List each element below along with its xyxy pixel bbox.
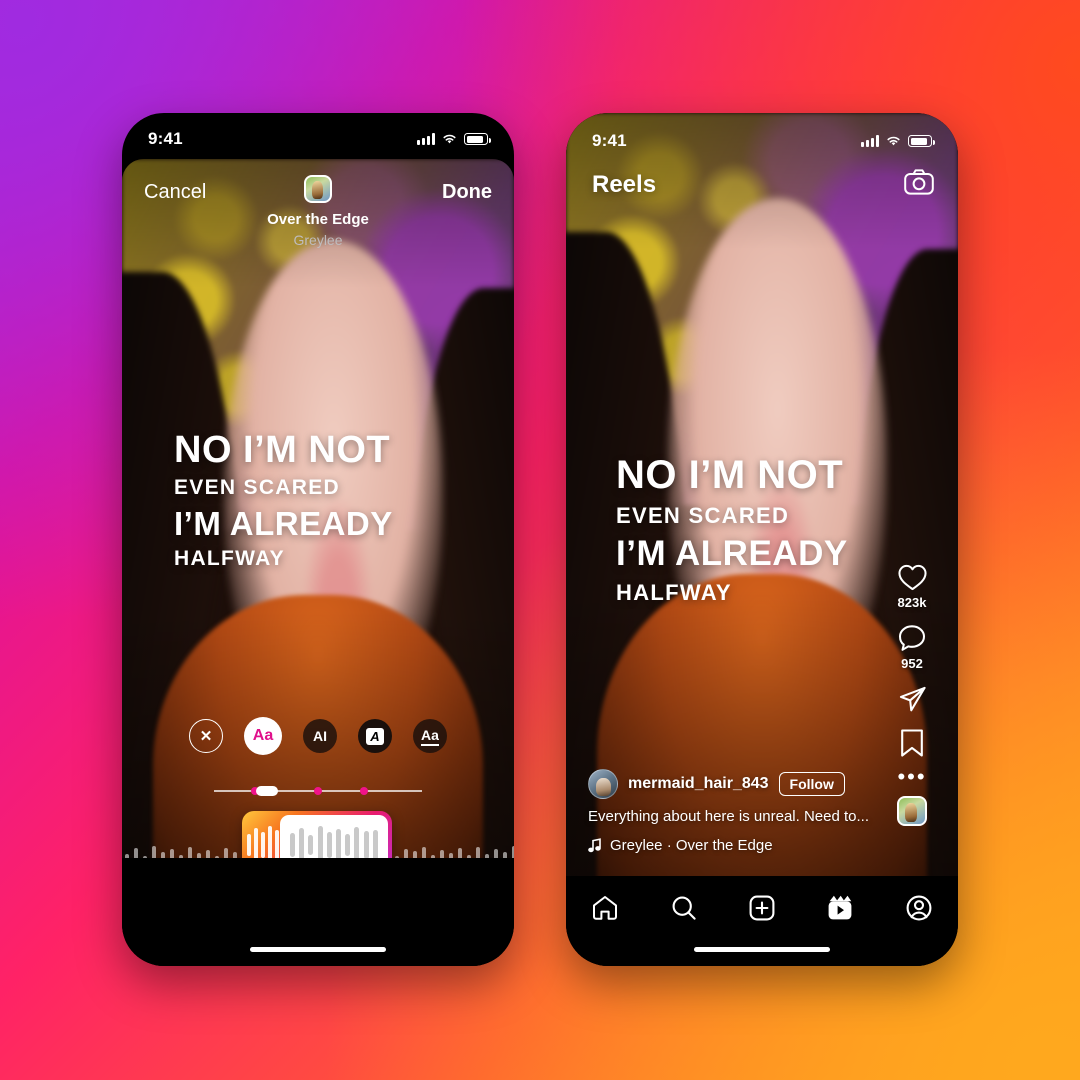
home-indicator <box>694 947 830 952</box>
status-bar-right: 9:41 <box>566 121 958 161</box>
user-avatar[interactable] <box>588 769 618 799</box>
lyric-line-3: I’M ALREADY <box>616 533 848 573</box>
music-attribution[interactable]: Greylee · Over the Edge <box>588 837 872 854</box>
battery-icon <box>464 133 491 145</box>
style-typewriter[interactable]: AI <box>303 719 337 753</box>
cancel-button[interactable]: Cancel <box>144 181 206 204</box>
camera-icon[interactable] <box>904 169 934 195</box>
close-style-icon[interactable]: ✕ <box>189 719 223 753</box>
battery-icon <box>908 135 935 147</box>
search-icon <box>672 896 696 920</box>
waveform-bar <box>260 832 265 858</box>
editor-header: Cancel Done Over the Edge Greylee <box>122 159 514 271</box>
music-editor-sheet: Cancel Done Over the Edge Greylee NO I’M… <box>122 159 514 966</box>
nav-profile[interactable] <box>905 894 933 922</box>
phone-right-reels: 9:41 Reels NO I’M NOT EVEN SCARED I’M AL… <box>566 113 958 966</box>
nav-search[interactable] <box>670 894 698 922</box>
action-rail: 823k 952 ••• <box>884 563 940 826</box>
wifi-icon <box>886 135 901 147</box>
reels-clapper-icon <box>828 895 852 920</box>
waveform-bar <box>372 830 378 860</box>
style-boxed-a[interactable]: A <box>358 719 392 753</box>
plus-square-icon <box>749 895 775 921</box>
waveform-bar <box>326 832 332 858</box>
waveform-bar <box>336 829 342 861</box>
status-time: 9:41 <box>148 129 183 148</box>
style-chip-label: Aa <box>421 727 439 746</box>
status-time: 9:41 <box>592 131 627 150</box>
comment-count: 952 <box>901 656 923 671</box>
waveform-bar <box>345 834 351 856</box>
comment-button[interactable]: 952 <box>897 624 927 671</box>
timeline-dot[interactable] <box>313 787 322 795</box>
wifi-icon <box>442 133 457 145</box>
nav-reels[interactable] <box>826 894 854 922</box>
album-art-thumbnail[interactable] <box>897 796 927 826</box>
nav-home[interactable] <box>591 894 619 922</box>
music-text: Greylee · Over the Edge <box>610 837 773 854</box>
save-button[interactable] <box>899 728 925 758</box>
bottom-nav-bar <box>566 876 958 966</box>
style-chip-label: Aa <box>252 727 274 744</box>
phone-left-editor: 9:41 Cancel Done Over the Edge Greylee N <box>122 113 514 966</box>
track-title: Over the Edge <box>267 211 369 228</box>
nav-create[interactable] <box>748 894 776 922</box>
caption-text[interactable]: Everything about here is unreal. Need to… <box>588 808 872 825</box>
waveform-bar <box>247 834 252 856</box>
caption-block: mermaid_hair_843 Follow Everything about… <box>588 769 872 854</box>
timeline-dot[interactable] <box>359 787 368 795</box>
lyrics-overlay-left[interactable]: NO I’M NOT EVEN SCARED I’M ALREADY HALFW… <box>174 431 393 571</box>
style-aa-pink[interactable]: Aa <box>244 717 282 755</box>
follow-button[interactable]: Follow <box>778 772 845 796</box>
waveform-bar <box>308 835 314 855</box>
status-bar-left: 9:41 <box>122 119 514 159</box>
like-count: 823k <box>897 595 927 610</box>
waveform-bar <box>254 828 259 862</box>
waveform-bar <box>290 833 296 857</box>
album-art-thumbnail[interactable] <box>304 175 332 203</box>
like-button[interactable]: 823k <box>897 563 928 610</box>
page-title: Reels <box>592 171 657 198</box>
style-underline-aa[interactable]: Aa <box>413 719 447 753</box>
username[interactable]: mermaid_hair_843 <box>628 775 769 793</box>
lyric-line-2: EVEN SCARED <box>174 475 340 499</box>
waveform-bar <box>274 830 279 860</box>
style-chip-label: A <box>366 727 384 745</box>
home-icon <box>593 896 618 920</box>
lyrics-overlay-right: NO I’M NOT EVEN SCARED I’M ALREADY HALFW… <box>616 455 848 604</box>
track-artist: Greylee <box>293 232 343 248</box>
heart-icon <box>897 564 927 591</box>
lyric-line-3: I’M ALREADY <box>174 504 393 542</box>
cellular-bars-icon <box>417 133 435 145</box>
lyric-line-4: HALFWAY <box>616 579 732 605</box>
lyric-line-2: EVEN SCARED <box>616 502 790 528</box>
bookmark-icon <box>901 729 923 757</box>
waveform-bar <box>299 828 305 862</box>
profile-circle-icon <box>906 895 932 921</box>
music-note-icon <box>588 838 601 853</box>
lyric-line-1: NO I’M NOT <box>616 453 844 497</box>
lyric-line-4: HALFWAY <box>174 547 285 571</box>
comment-bubble-icon <box>898 625 926 651</box>
lyric-line-1: NO I’M NOT <box>174 429 391 471</box>
done-button[interactable]: Done <box>442 181 492 204</box>
lyric-style-selector: ✕ Aa AI A Aa <box>122 717 514 755</box>
more-dots-icon[interactable]: ••• <box>897 766 926 788</box>
cellular-bars-icon <box>861 135 879 147</box>
paper-plane-icon <box>899 686 926 712</box>
waveform-bar <box>363 831 369 859</box>
lyrics-timeline-scrubber[interactable] <box>214 785 422 797</box>
share-button[interactable] <box>898 685 927 714</box>
home-indicator <box>250 947 386 952</box>
timeline-knob[interactable] <box>255 786 278 796</box>
